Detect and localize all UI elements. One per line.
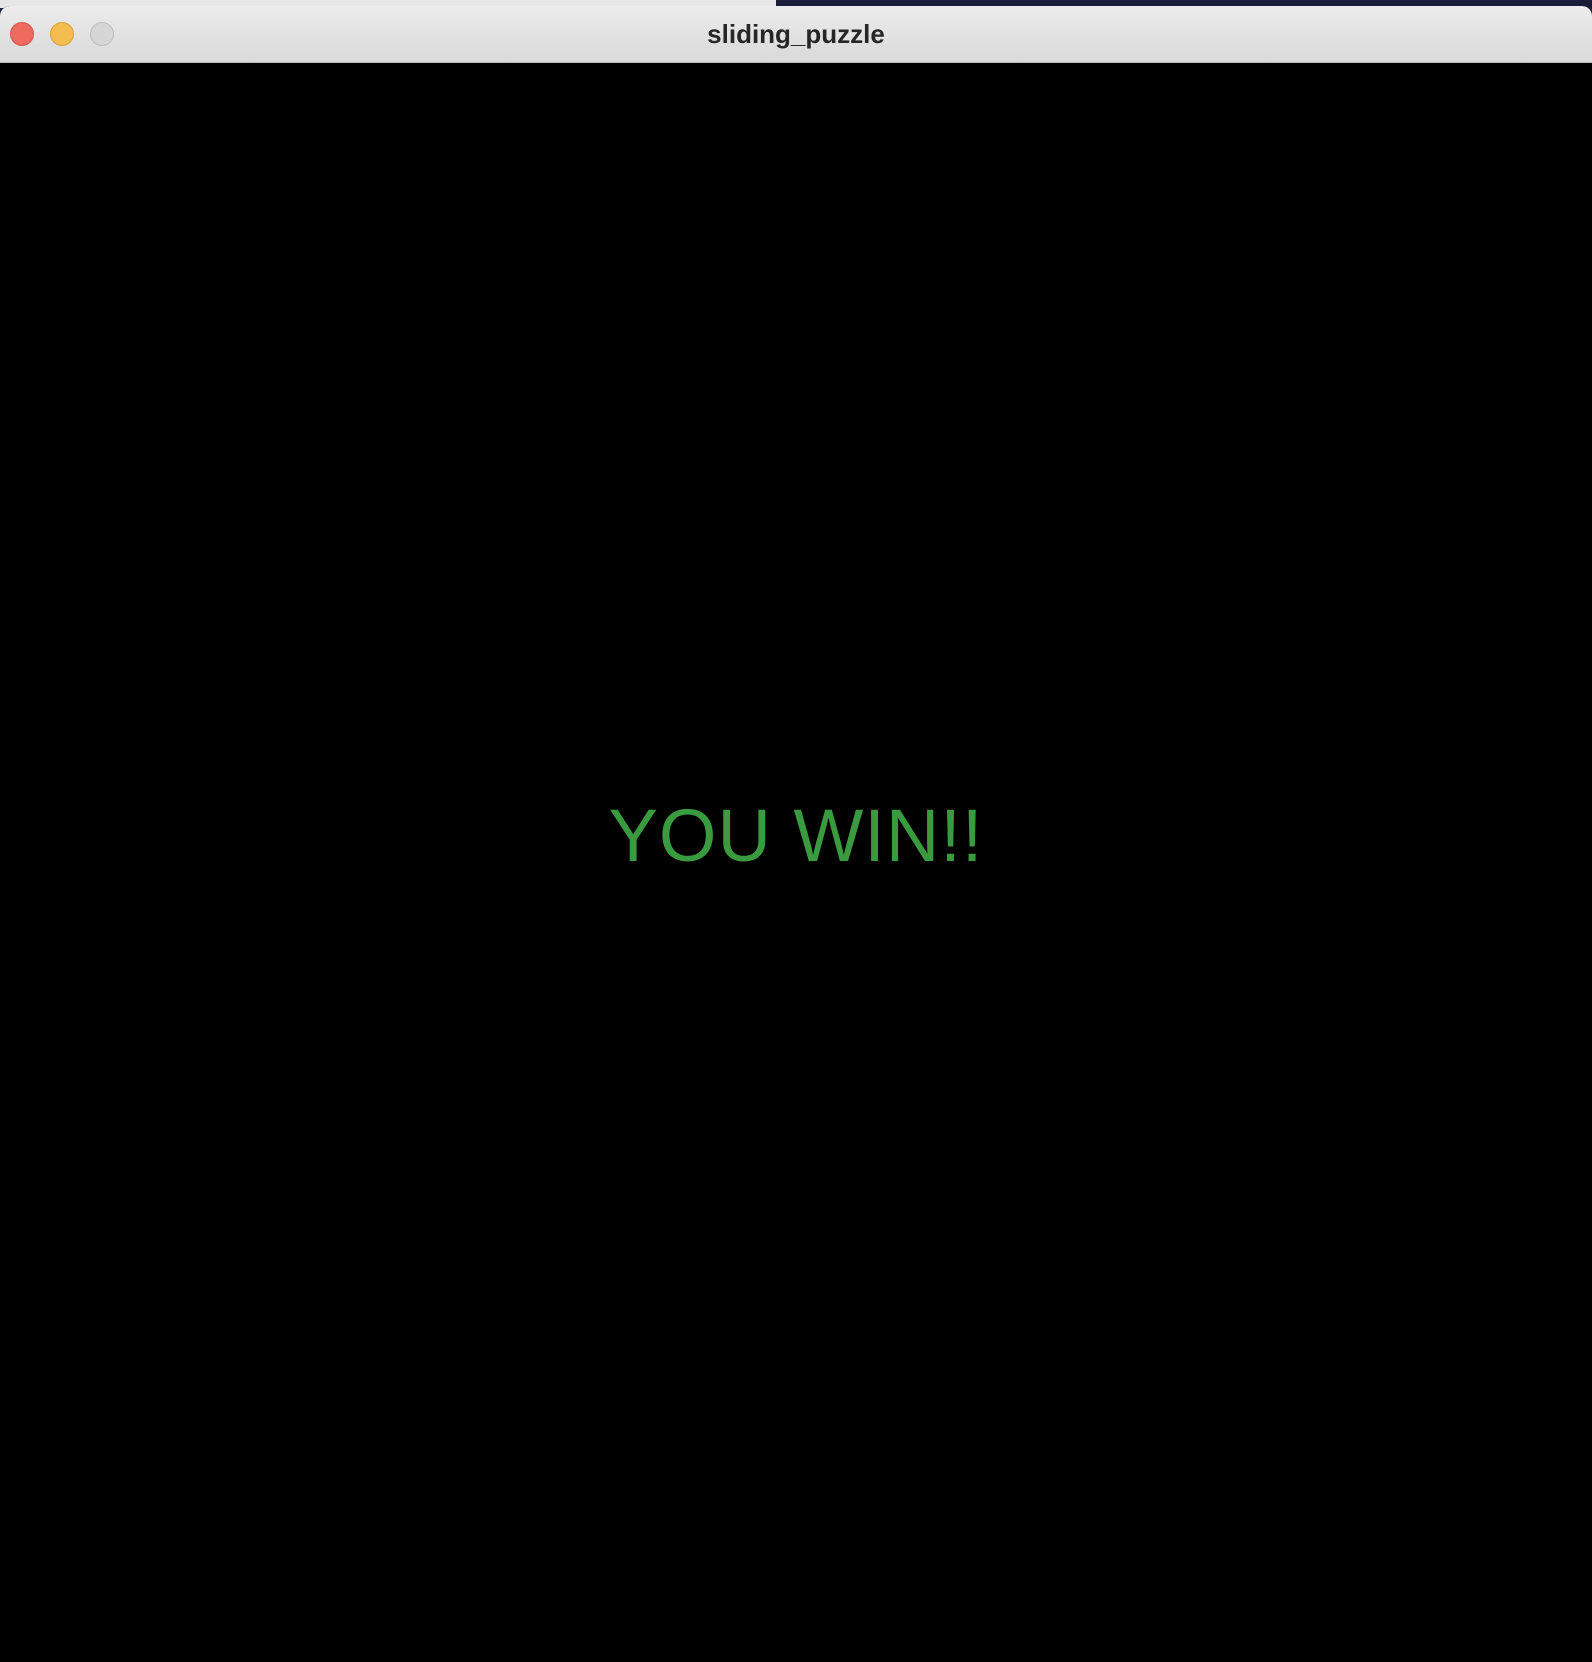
window-title: sliding_puzzle xyxy=(707,19,885,49)
game-canvas[interactable]: YOU WIN!! xyxy=(0,63,1592,1662)
win-message: YOU WIN!! xyxy=(608,794,984,877)
title-bar[interactable]: sliding_puzzle xyxy=(0,6,1592,63)
app-window: sliding_puzzle YOU WIN!! xyxy=(0,6,1592,1662)
